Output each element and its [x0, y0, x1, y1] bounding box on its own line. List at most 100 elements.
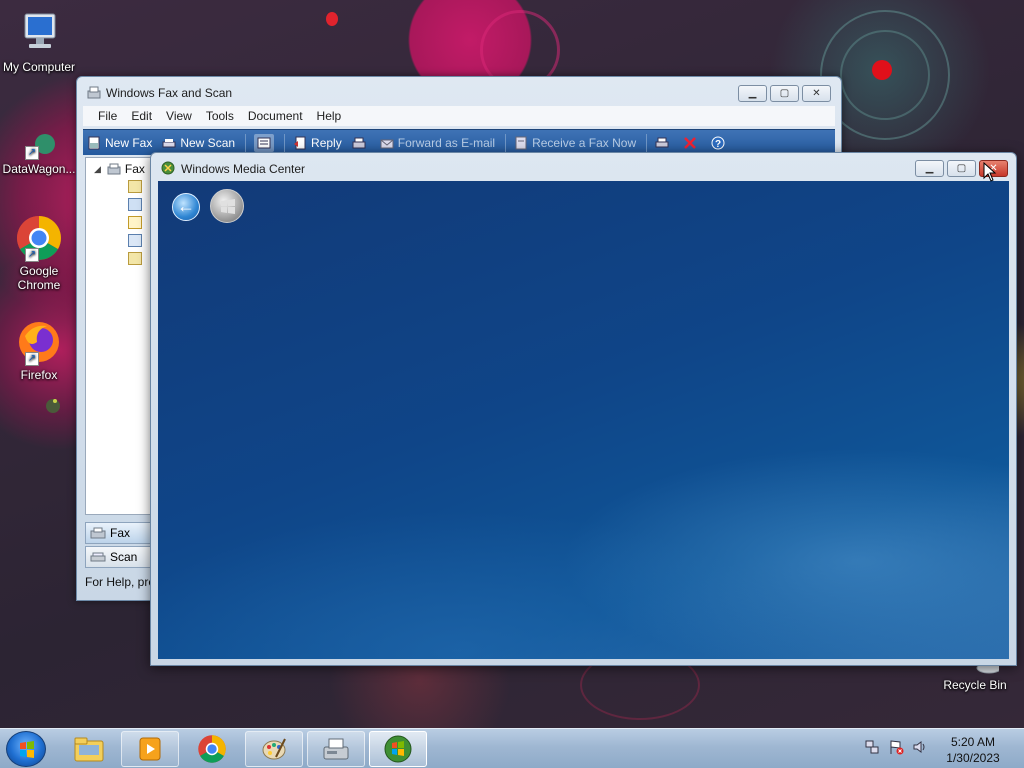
fax-app-icon	[87, 86, 101, 100]
media-center-window[interactable]: Windows Media Center ▁ ▢ ✕ ←	[150, 152, 1017, 666]
list-view-icon	[257, 136, 271, 150]
desktop-icon-label: Google Chrome	[17, 264, 61, 292]
action-center-flag-icon[interactable]	[888, 739, 904, 755]
chrome-icon: ↗	[15, 214, 63, 262]
windows-logo-icon	[20, 741, 34, 758]
menu-tools[interactable]: Tools	[199, 109, 241, 123]
svg-text:?: ?	[715, 139, 721, 150]
taskbar-paint[interactable]	[245, 731, 303, 767]
folder-icon	[74, 737, 104, 762]
fax-titlebar[interactable]: Windows Fax and Scan ▁ ▢ ✕	[77, 77, 841, 107]
mouse-pointer-icon	[983, 161, 997, 182]
toolbar-separator	[284, 133, 286, 152]
taskbar: 5:20 AM 1/30/2023	[0, 728, 1024, 768]
volume-icon[interactable]	[912, 739, 928, 755]
wmc-content-area[interactable]: ←	[158, 181, 1009, 659]
desktop-icon-chrome[interactable]: ↗ Google Chrome	[1, 214, 77, 292]
toolbar-separator	[505, 133, 507, 152]
menu-help[interactable]: Help	[310, 109, 349, 123]
print-fax-button[interactable]	[352, 136, 370, 150]
help-button[interactable]: ?	[711, 136, 729, 150]
nav-fax-button[interactable]: Fax	[85, 522, 155, 544]
close-button[interactable]: ✕	[802, 85, 831, 102]
menu-edit[interactable]: Edit	[124, 109, 159, 123]
new-fax-button[interactable]: New Fax	[87, 136, 152, 150]
folder-icon	[128, 180, 142, 193]
taskbar-media-center[interactable]	[369, 731, 427, 767]
back-arrow-icon[interactable]: ←	[172, 193, 200, 221]
tree-label-fax: Fax	[124, 162, 145, 176]
shortcut-arrow-icon: ↗	[25, 352, 39, 366]
delete-x-icon	[683, 136, 697, 150]
datawagon-icon: ↗	[15, 130, 63, 160]
tree-item-inbox[interactable]	[128, 198, 142, 211]
view-toggle-button[interactable]	[254, 133, 275, 152]
firefox-icon: ↗	[15, 318, 63, 366]
reply-label: Reply	[311, 135, 342, 150]
nav-scan-button[interactable]: Scan	[85, 546, 155, 568]
wmc-window-title: Windows Media Center	[181, 162, 306, 176]
printer-icon	[655, 136, 669, 150]
scan-nav-icon	[90, 551, 106, 563]
taskbar-fax-scan[interactable]	[307, 731, 365, 767]
nav-fax-label: Fax	[110, 526, 131, 540]
taskbar-clock[interactable]: 5:20 AM 1/30/2023	[938, 734, 1008, 766]
toolbar-separator	[646, 133, 648, 152]
maximize-button[interactable]: ▢	[947, 160, 976, 177]
tree-item-drafts[interactable]	[128, 216, 142, 229]
desktop-icon-datawagon[interactable]: ↗ DataWagon...	[1, 130, 77, 176]
desktop-icon-recycle-bin[interactable]: Recycle Bin	[937, 662, 1013, 692]
new-scan-label: New Scan	[180, 135, 236, 150]
collapse-arrow-icon: ◢	[94, 163, 101, 174]
menu-view[interactable]: View	[159, 109, 199, 123]
start-button[interactable]	[6, 731, 46, 767]
chrome-icon	[198, 735, 226, 763]
desktop-icon-bomb[interactable]	[1, 394, 77, 416]
bomb-icon	[15, 394, 63, 414]
desktop-icon-my-computer[interactable]: My Computer	[1, 10, 77, 74]
media-center-icon	[384, 735, 412, 763]
minimize-button[interactable]: ▁	[738, 85, 767, 102]
maximize-button[interactable]: ▢	[770, 85, 799, 102]
fax-folder-icon	[107, 163, 121, 175]
forward-email-label: Forward as E-mail	[397, 135, 496, 150]
shortcut-arrow-icon: ↗	[25, 248, 39, 262]
menu-document[interactable]: Document	[241, 109, 310, 123]
computer-icon	[15, 10, 63, 58]
tree-item-sent[interactable]	[128, 252, 142, 265]
tree-item-incoming[interactable]	[128, 180, 142, 193]
menu-file[interactable]: File	[91, 109, 124, 123]
delete-button[interactable]	[683, 136, 701, 150]
fax-machine-icon	[323, 738, 349, 760]
nav-scan-label: Scan	[110, 550, 138, 564]
taskbar-media-player[interactable]	[121, 731, 179, 767]
drafts-pencil-icon	[128, 216, 142, 229]
forward-email-button[interactable]: Forward as E-mail	[380, 136, 495, 150]
taskbar-explorer[interactable]	[60, 731, 118, 767]
minimize-button[interactable]: ▁	[915, 160, 944, 177]
new-scan-button[interactable]: New Scan	[162, 136, 235, 150]
receive-fax-button[interactable]: Receive a Fax Now	[514, 136, 636, 150]
network-icon[interactable]	[864, 739, 880, 755]
taskbar-chrome[interactable]	[183, 731, 241, 767]
wmc-titlebar[interactable]: Windows Media Center ▁ ▢ ✕	[151, 153, 1016, 181]
toolbar-separator	[245, 133, 247, 152]
wallpaper-ring	[840, 30, 930, 120]
clock-time: 5:20 AM	[950, 735, 996, 749]
desktop-icon-firefox[interactable]: ↗ Firefox	[1, 318, 77, 382]
windows-orb-icon[interactable]	[210, 189, 244, 223]
sent-folder-icon	[128, 252, 142, 265]
tree-item-fax[interactable]: ◢ Fax	[94, 162, 145, 176]
print-button[interactable]	[655, 136, 673, 150]
media-player-icon	[139, 737, 161, 761]
fax-nav-icon	[90, 527, 106, 539]
fax-folder-tree[interactable]: ◢ Fax	[85, 157, 155, 515]
fax-machine-icon	[352, 136, 366, 150]
reply-icon	[293, 136, 307, 150]
clock-date: 1/30/2023	[946, 751, 1000, 765]
inbox-icon	[128, 198, 142, 211]
tree-item-outbox[interactable]	[128, 234, 142, 247]
fax-statusbar: For Help, pre	[85, 575, 156, 589]
reply-button[interactable]: Reply	[293, 136, 342, 150]
new-fax-icon	[87, 136, 101, 150]
